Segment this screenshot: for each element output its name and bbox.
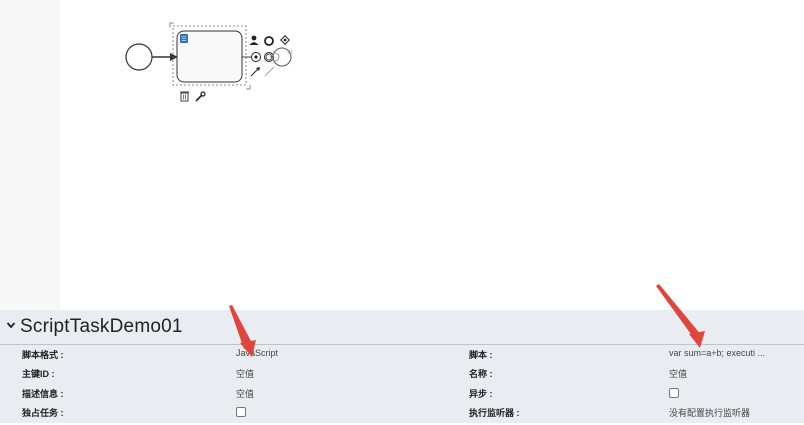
- property-label: 脚本格式 :: [22, 350, 64, 360]
- gateway-icon[interactable]: [280, 35, 290, 45]
- process-name: ScriptTaskDemo01: [20, 316, 183, 337]
- property-row: 描述信息 : 空值 异步 :: [0, 387, 804, 406]
- resize-handle-bottom-right[interactable]: [246, 85, 251, 90]
- properties-panel: ScriptTaskDemo01 脚本格式 : JavaScript 脚本 : …: [0, 310, 804, 423]
- bpmn-canvas[interactable]: [60, 0, 804, 310]
- id-value[interactable]: 空值: [236, 367, 254, 380]
- property-row: 独占任务 : 执行监听器 : 没有配置执行监听器: [0, 406, 804, 425]
- delete-icon[interactable]: [180, 91, 189, 102]
- sequence-flow[interactable]: [152, 53, 178, 61]
- async-checkbox[interactable]: [669, 388, 679, 400]
- exclusive-checkbox[interactable]: [236, 407, 246, 419]
- diagram-svg: [125, 22, 293, 102]
- script-format-value[interactable]: JavaScript: [236, 348, 278, 358]
- property-label: 执行监听器 :: [469, 408, 520, 418]
- execution-listeners-value[interactable]: 没有配置执行监听器: [669, 406, 750, 419]
- intermediate-event-icon[interactable]: [251, 52, 261, 62]
- wrench-icon[interactable]: [195, 91, 206, 102]
- script-value[interactable]: var sum=a+b; executi ...: [669, 348, 765, 358]
- property-label: 描述信息 :: [22, 389, 64, 399]
- property-label: 独占任务 :: [22, 408, 64, 418]
- property-label: 脚本 :: [469, 350, 493, 360]
- user-task-icon[interactable]: [249, 35, 259, 45]
- property-row: 脚本格式 : JavaScript 脚本 : var sum=a+b; exec…: [0, 348, 804, 367]
- chevron-down-icon[interactable]: [6, 320, 16, 330]
- end-event-icon[interactable]: [264, 36, 274, 46]
- property-row: 主键ID : 空值 名称 : 空值: [0, 367, 804, 386]
- property-label: 名称 :: [469, 369, 493, 379]
- description-value[interactable]: 空值: [236, 387, 254, 400]
- append-event-preview-icon: [270, 47, 293, 67]
- connection-arrow-icon[interactable]: [250, 67, 260, 77]
- properties-header[interactable]: ScriptTaskDemo01: [0, 310, 804, 345]
- name-value[interactable]: 空值: [669, 367, 687, 380]
- text-annotation-icon[interactable]: [264, 66, 275, 77]
- property-label: 主键ID :: [22, 369, 55, 379]
- property-label: 异步 :: [469, 389, 493, 399]
- left-gutter: [0, 0, 60, 310]
- start-event[interactable]: [125, 43, 153, 71]
- script-icon: [180, 34, 188, 43]
